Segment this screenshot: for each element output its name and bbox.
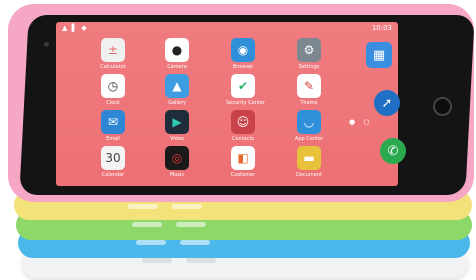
settings-icon: ⚙ <box>297 38 321 62</box>
app-customer[interactable]: ◧ Customer <box>226 146 260 178</box>
app-label: Video <box>169 136 184 142</box>
phone-screen: ▲ ▌ ◆ 10:03 ± Calculator ● Camera ◉ Browser ⚙ S… <box>56 22 398 186</box>
app-label: Email <box>106 136 120 142</box>
app-label: Contacts <box>231 136 255 142</box>
app-label: Customer <box>230 172 256 178</box>
shield-icon: ✔ <box>231 74 255 98</box>
home-button[interactable] <box>433 97 452 116</box>
email-icon: ✉ <box>101 110 125 134</box>
white-side-button <box>142 258 172 263</box>
status-time: 10:03 <box>371 24 392 32</box>
front-camera <box>44 42 49 47</box>
music-icon: ◎ <box>165 146 189 170</box>
blue-side-button <box>180 240 210 245</box>
app-label: Document <box>296 172 322 178</box>
camera-icon: ● <box>165 38 189 62</box>
app-label: Browser <box>232 64 254 70</box>
app-center-icon: ◡ <box>297 110 321 134</box>
gallery-icon: ▲ <box>165 74 189 98</box>
contacts-icon: ☺ <box>231 110 255 134</box>
app-label: Music <box>169 172 185 178</box>
app-label: Theme <box>300 100 318 106</box>
tiles-icon[interactable]: ▦ <box>366 42 392 68</box>
product-photo: ▲ ▌ ◆ 10:03 ± Calculator ● Camera ◉ Browser ⚙ S… <box>0 0 476 280</box>
browser-icon: ◉ <box>231 38 255 62</box>
calendar-icon: 30 <box>101 146 125 170</box>
green-side-button <box>132 222 162 227</box>
app-video[interactable]: ▶ Video <box>160 110 194 142</box>
pink-phone-shell: ▲ ▌ ◆ 10:03 ± Calculator ● Camera ◉ Browser ⚙ S… <box>8 4 475 202</box>
theme-icon: ✎ <box>297 74 321 98</box>
app-calendar[interactable]: 30 Calendar <box>96 146 130 178</box>
document-icon: ▬ <box>297 146 321 170</box>
phone-icon[interactable]: ✆ <box>380 138 406 164</box>
app-settings[interactable]: ⚙ Settings <box>292 38 326 70</box>
app-calculator[interactable]: ± Calculator <box>96 38 130 70</box>
customer-icon: ◧ <box>231 146 255 170</box>
app-gallery[interactable]: ▲ Gallery <box>160 74 194 106</box>
app-label: Settings <box>298 64 320 70</box>
yellow-side-button <box>128 204 158 209</box>
blue-side-button <box>136 240 166 245</box>
app-browser[interactable]: ◉ Browser <box>226 38 260 70</box>
yellow-side-button <box>172 204 202 209</box>
app-label: App Center <box>294 136 324 142</box>
app-camera[interactable]: ● Camera <box>160 38 194 70</box>
page-indicator: ● ○ <box>349 118 373 126</box>
app-label: Clock <box>106 100 120 106</box>
white-side-button <box>186 258 216 263</box>
app-contacts[interactable]: ☺ Contacts <box>226 110 260 142</box>
app-theme[interactable]: ✎ Theme <box>292 74 326 106</box>
app-label: Calendar <box>101 172 125 178</box>
video-icon: ▶ <box>165 110 189 134</box>
status-bar: ▲ ▌ ◆ 10:03 <box>56 22 398 34</box>
clock-icon: ◷ <box>101 74 125 98</box>
app-app-center[interactable]: ◡ App Center <box>292 110 326 142</box>
app-email[interactable]: ✉ Email <box>96 110 130 142</box>
app-label: Camera <box>167 64 187 70</box>
status-icons: ▲ ▌ ◆ <box>62 24 88 32</box>
app-security-center[interactable]: ✔ Security Center <box>226 74 265 106</box>
green-side-button <box>176 222 206 227</box>
calculator-icon: ± <box>101 38 125 62</box>
app-label: Security Center <box>226 100 265 106</box>
app-label: Calculator <box>100 64 126 70</box>
app-music[interactable]: ◎ Music <box>160 146 194 178</box>
app-clock[interactable]: ◷ Clock <box>96 74 130 106</box>
app-document[interactable]: ▬ Document <box>292 146 326 178</box>
compass-icon[interactable]: ➚ <box>374 90 400 116</box>
app-label: Gallery <box>168 100 186 106</box>
